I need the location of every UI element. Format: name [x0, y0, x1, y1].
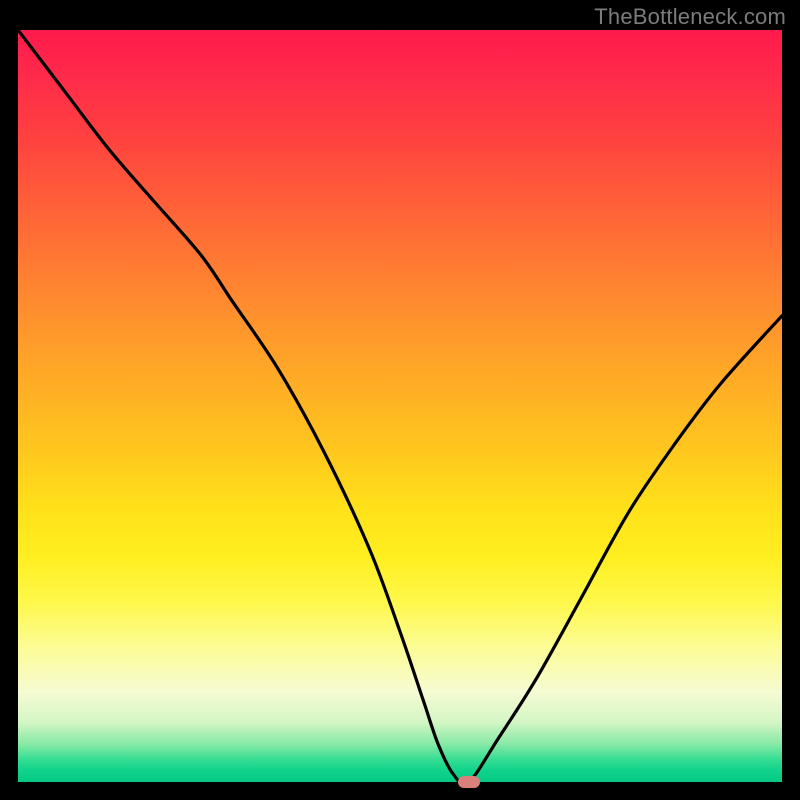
- chart-stage: TheBottleneck.com: [0, 0, 800, 800]
- optimal-point-marker: [458, 776, 480, 788]
- watermark-label: TheBottleneck.com: [594, 4, 786, 30]
- plot-area: [18, 30, 782, 782]
- curve-svg: [18, 30, 782, 782]
- bottleneck-curve: [18, 30, 782, 782]
